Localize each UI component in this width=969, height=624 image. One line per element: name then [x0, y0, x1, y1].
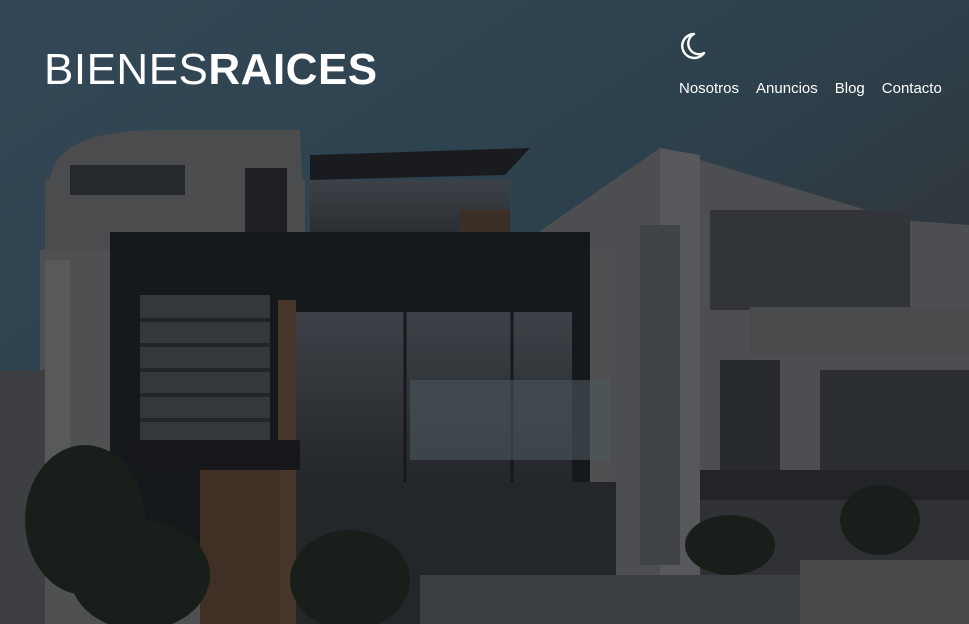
site-logo[interactable]: BIENESRAICES: [44, 44, 378, 96]
logo-light-text: BIENES: [44, 45, 209, 94]
main-navigation: Nosotros Anuncios Blog Contacto: [679, 79, 942, 99]
dark-mode-toggle[interactable]: [678, 31, 706, 61]
nav-link-contacto[interactable]: Contacto: [882, 79, 942, 99]
moon-icon: [681, 32, 706, 60]
nav-link-nosotros[interactable]: Nosotros: [679, 79, 739, 99]
nav-link-blog[interactable]: Blog: [835, 79, 865, 99]
logo-bold-text: RAICES: [208, 45, 378, 94]
nav-link-anuncios[interactable]: Anuncios: [756, 79, 818, 99]
